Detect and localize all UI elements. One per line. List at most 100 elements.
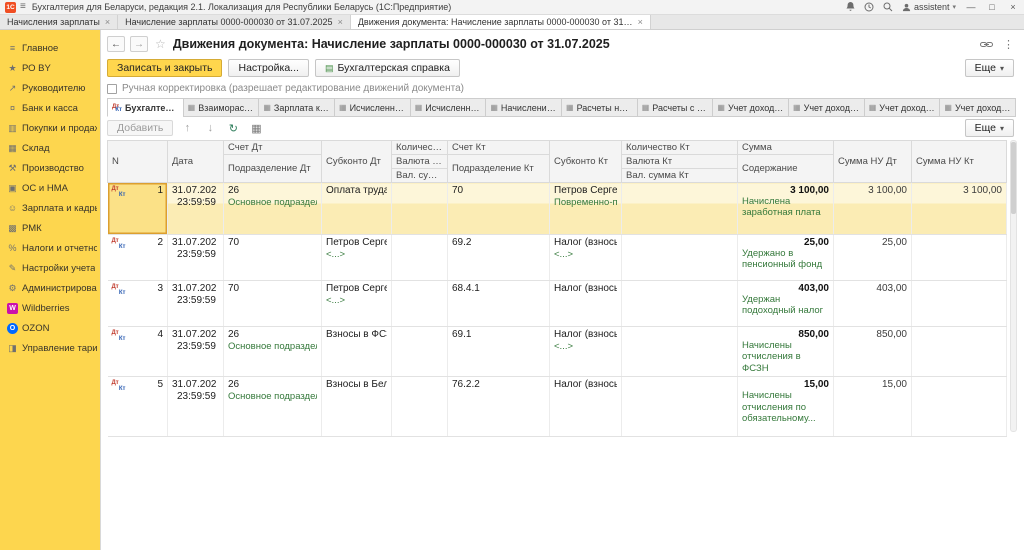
tab-income-accounting-3[interactable]: ▦Учет доходов для... — [863, 98, 940, 117]
date-cell[interactable]: 31.07.202 23:59:59 — [167, 234, 224, 281]
sum-cell[interactable]: 15,00 Начислены отчисления по обязательно… — [737, 376, 834, 438]
sum-nu-dt-cell[interactable]: 850,00 — [833, 326, 912, 378]
qty-kt-cell[interactable] — [621, 234, 738, 281]
subconto-dt-cell[interactable]: Петров Сергей Ив...<...> — [321, 280, 392, 327]
tab-calculated-insurance[interactable]: ▦Исчисленные стр... — [409, 98, 486, 117]
qty-dt-cell[interactable] — [391, 182, 448, 235]
sum-nu-kt-cell[interactable] — [911, 326, 1007, 378]
subconto-dt-cell[interactable]: Оплата труда — [321, 182, 392, 235]
sidebar-item-production[interactable]: ⚒ Производство — [0, 158, 100, 178]
account-dt-cell[interactable]: 26Основное подразделение — [223, 376, 322, 438]
grid-more-button[interactable]: Еще ▾ — [964, 119, 1014, 137]
current-user-chip[interactable]: assistent ▾ — [902, 2, 956, 12]
tab-income-accounting-4[interactable]: ▦Учет доходов для... — [939, 98, 1017, 117]
date-cell[interactable]: 31.07.202 23:59:59 — [167, 182, 224, 235]
more-button[interactable]: Еще ▾ — [964, 59, 1014, 77]
account-dt-cell[interactable]: 70 — [223, 234, 322, 281]
account-kt-cell[interactable]: 68.4.1 — [447, 280, 550, 327]
sum-nu-kt-cell[interactable]: 3 100,00 — [911, 182, 1007, 235]
qty-dt-cell[interactable] — [391, 376, 448, 438]
sidebar-item-rmk[interactable]: ▩ РМК — [0, 218, 100, 238]
account-kt-cell[interactable]: 76.2.2 — [447, 376, 550, 438]
subconto-kt-cell[interactable]: Налог (взносы): н... — [549, 280, 622, 327]
row-number-cell[interactable]: Дт Кт 3 — [107, 280, 168, 327]
sidebar-item-tariff[interactable]: ◨Управление тарифом — [0, 338, 100, 358]
tab-accruals-withholdings[interactable]: ▦Начисления удер... — [485, 98, 562, 117]
scrollbar-thumb[interactable] — [1011, 142, 1016, 214]
row-number-cell[interactable]: Дт Кт 2 — [107, 234, 168, 281]
date-cell[interactable]: 31.07.202 23:59:59 — [167, 376, 224, 438]
close-tab-icon[interactable]: × — [338, 17, 343, 27]
forward-button[interactable]: → — [130, 36, 148, 52]
close-tab-icon[interactable]: × — [105, 17, 110, 27]
minimize-button[interactable]: — — [965, 2, 977, 12]
move-up-icon[interactable]: ↑ — [178, 120, 196, 136]
sum-cell[interactable]: 25,00 Удержано в пенсионный фонд — [737, 234, 834, 281]
subconto-dt-cell[interactable]: Взносы в Белгосс... — [321, 376, 392, 438]
vertical-scrollbar[interactable] — [1010, 140, 1017, 432]
sidebar-item-warehouse[interactable]: ▦ Склад — [0, 138, 100, 158]
move-down-icon[interactable]: ↓ — [201, 120, 219, 136]
search-icon[interactable] — [883, 2, 893, 12]
save-and-close-button[interactable]: Записать и закрыть — [107, 59, 223, 77]
window-tab-document-movements[interactable]: Движения документа: Начисление зарплаты … — [350, 15, 651, 29]
tab-taxpayer-settlements[interactable]: ▦Расчеты налогоп... — [561, 98, 637, 117]
account-kt-cell[interactable]: 69.1 — [447, 326, 550, 378]
qty-dt-cell[interactable] — [391, 326, 448, 378]
sidebar-item-salary-hr[interactable]: ☺ Зарплата и кадры — [0, 198, 100, 218]
account-dt-cell[interactable]: 26Основное подразделение — [223, 326, 322, 378]
tab-accounting-register[interactable]: ДтКтБухгалтерский и... — [107, 98, 183, 117]
tab-calculated-deductions[interactable]: ▦Исчисленные отч... — [334, 98, 410, 117]
account-dt-cell[interactable]: 70 — [223, 280, 322, 327]
account-kt-cell[interactable]: 69.2 — [447, 234, 550, 281]
sidebar-item-main[interactable]: ≡ Главное — [0, 38, 100, 58]
table-row[interactable]: ДтКт3 31.07.20223:59:59 70 Петров Сергей… — [107, 280, 1007, 327]
sidebar-item-accounting-settings[interactable]: ✎ Настройки учета — [0, 258, 100, 278]
sidebar-item-ro-by[interactable]: ★ РО BY — [0, 58, 100, 78]
sum-nu-dt-cell[interactable]: 3 100,00 — [833, 182, 912, 235]
account-kt-cell[interactable]: 70 — [447, 182, 550, 235]
window-tab-salary-accrual-doc[interactable]: Начисление зарплаты 0000-000030 от 31.07… — [118, 15, 351, 29]
qty-kt-cell[interactable] — [621, 326, 738, 378]
window-tab-salary-accruals[interactable]: Начисления зарплаты × — [0, 15, 119, 29]
subconto-kt-cell[interactable]: Налог (взносы): н...<...> — [549, 326, 622, 378]
row-number-cell[interactable]: Дт Кт 1 — [107, 182, 168, 235]
subconto-dt-cell[interactable]: Взносы в ФСЗН — [321, 326, 392, 378]
table-row[interactable]: Дт Кт 4 31.07.202 23:59:59 26 Основное подра… — [107, 326, 1007, 378]
tab-salary-payable[interactable]: ▦Зарплата к выплате — [258, 98, 335, 117]
qty-kt-cell[interactable] — [621, 182, 738, 235]
sum-nu-dt-cell[interactable]: 15,00 — [833, 376, 912, 438]
sidebar-item-manager[interactable]: ↗ Руководителю — [0, 78, 100, 98]
close-tab-icon[interactable]: × — [638, 17, 643, 27]
sidebar-item-ozon[interactable]: O OZON — [0, 318, 100, 338]
sidebar-item-administration[interactable]: ⚙Администрирование — [0, 278, 100, 298]
sum-cell[interactable]: 3 100,00 Начислена заработная плата — [737, 182, 834, 235]
subconto-kt-cell[interactable]: Петров Сергей Ив...Повременно-прем... — [549, 182, 622, 235]
output-list-icon[interactable]: ▦ — [247, 120, 265, 136]
tab-income-accounting-1[interactable]: ▦Учет доходов для... — [712, 98, 789, 117]
row-number-cell[interactable]: Дт Кт 5 — [107, 376, 168, 438]
refresh-icon[interactable]: ↻ — [224, 120, 242, 136]
main-menu-icon[interactable]: ≡ — [20, 2, 26, 12]
qty-dt-cell[interactable] — [391, 234, 448, 281]
sidebar-item-wildberries[interactable]: W Wildberries — [0, 298, 100, 318]
accounting-note-button[interactable]: ▤ Бухгалтерская справка — [314, 59, 460, 77]
settings-button[interactable]: Настройка... — [228, 59, 309, 77]
sum-nu-kt-cell[interactable] — [911, 376, 1007, 438]
qty-dt-cell[interactable] — [391, 280, 448, 327]
add-row-button[interactable]: Добавить — [107, 120, 174, 136]
sum-cell[interactable]: 403,00 Удержан подоходный налог — [737, 280, 834, 327]
sidebar-item-fixed-assets[interactable]: ▣ ОС и НМА — [0, 178, 100, 198]
sidebar-item-taxes-reports[interactable]: %Налоги и отчетность — [0, 238, 100, 258]
tab-fund-settlements[interactable]: ▦Расчеты с фонда... — [636, 98, 713, 117]
close-button[interactable]: × — [1007, 2, 1019, 12]
row-number-cell[interactable]: Дт Кт 4 — [107, 326, 168, 378]
manual-adjustment-checkbox[interactable] — [107, 83, 117, 94]
qty-kt-cell[interactable] — [621, 376, 738, 438]
date-cell[interactable]: 31.07.202 23:59:59 — [167, 280, 224, 327]
tab-income-accounting-2[interactable]: ▦Учет доходов для... — [788, 98, 864, 117]
sum-cell[interactable]: 850,00 Начислены отчисления в ФСЗН — [737, 326, 834, 378]
get-link-icon[interactable] — [980, 40, 993, 49]
table-row[interactable]: ДтКт2 31.07.20223:59:59 70 Петров Сергей… — [107, 234, 1007, 281]
account-dt-cell[interactable]: 26Основное подразделение — [223, 182, 322, 235]
